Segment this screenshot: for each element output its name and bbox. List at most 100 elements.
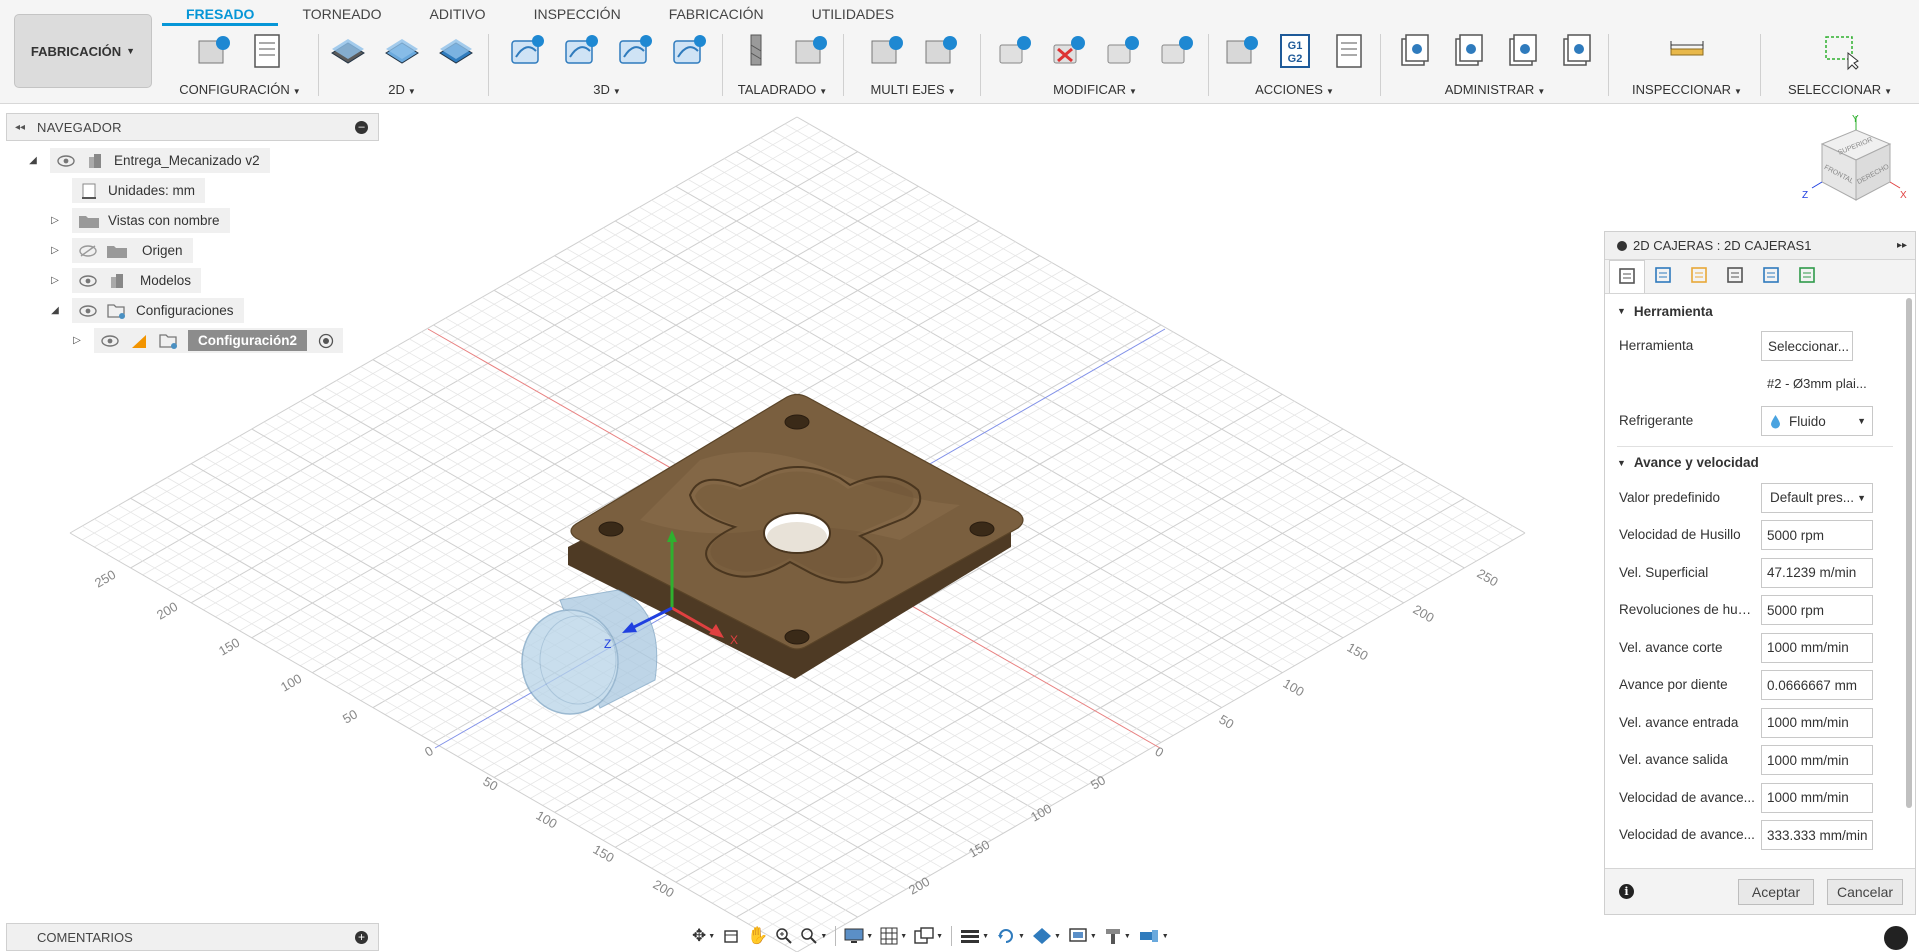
- simulate-button[interactable]: [1221, 32, 1261, 72]
- heights-tab[interactable]: [1681, 260, 1717, 293]
- section-tool[interactable]: ▼ Herramienta: [1605, 295, 1905, 327]
- info-icon[interactable]: i: [1619, 884, 1634, 899]
- param-input[interactable]: [1761, 782, 1873, 813]
- face-button[interactable]: [436, 32, 476, 72]
- cancel-button[interactable]: Cancelar: [1827, 879, 1903, 905]
- toolbar-group-label[interactable]: 2D ▼: [322, 82, 482, 97]
- active-setup-radio-icon[interactable]: [315, 332, 337, 350]
- toolbar-group-label[interactable]: SELECCIONAR ▼: [1765, 82, 1915, 97]
- param-input[interactable]: [1761, 632, 1873, 663]
- zoom-button[interactable]: [773, 923, 795, 949]
- visibility-hidden-icon[interactable]: [78, 244, 98, 258]
- tree-row-setup2[interactable]: ▷ Configuración2: [70, 328, 344, 353]
- toolpath-display-button[interactable]: ▼: [994, 923, 1027, 949]
- 2d-adaptive-button[interactable]: [328, 32, 368, 72]
- tool-library-button[interactable]: [1394, 32, 1434, 72]
- notifications-icon[interactable]: [1884, 926, 1908, 950]
- tree-row-named-views[interactable]: ▷ Vistas con nombre: [48, 208, 230, 233]
- pan-button[interactable]: ✋: [745, 923, 770, 949]
- template-library-button[interactable]: [1556, 32, 1596, 72]
- 3d-pocket-button[interactable]: [560, 32, 600, 72]
- tab-aditivo[interactable]: ADITIVO: [406, 2, 510, 26]
- tree-expand-icon[interactable]: ◢: [48, 305, 62, 316]
- tree-expand-icon[interactable]: ▷: [70, 335, 84, 346]
- toolbar-group-label[interactable]: MULTI EJES ▼: [848, 82, 978, 97]
- toolbar-group-label[interactable]: MODIFICAR ▼: [985, 82, 1205, 97]
- hole-recognition-button[interactable]: [790, 32, 830, 72]
- section-feed[interactable]: ▼ Avance y velocidad: [1605, 447, 1905, 479]
- orbit-constrained-button[interactable]: ✥ ▼: [690, 923, 717, 949]
- toolbar-group-label[interactable]: ACCIONES ▼: [1212, 82, 1377, 97]
- toolbar-group-label[interactable]: ADMINISTRAR ▼: [1385, 82, 1605, 97]
- tree-row-setups[interactable]: ◢ Configuraciones: [48, 298, 244, 323]
- post-process-button[interactable]: G1 G2: [1275, 32, 1315, 72]
- visibility-eye-icon[interactable]: [78, 274, 98, 288]
- pattern-button[interactable]: [1156, 32, 1196, 72]
- param-input[interactable]: [1761, 595, 1873, 625]
- browser-minimize-icon[interactable]: –: [355, 121, 368, 134]
- nc-program-button[interactable]: [247, 32, 287, 72]
- tab-utilidades[interactable]: UTILIDADES: [788, 2, 918, 26]
- geometry-tab[interactable]: [1645, 260, 1681, 293]
- visibility-eye-icon[interactable]: [56, 154, 76, 168]
- tool-tab[interactable]: [1609, 260, 1645, 293]
- tab-torneado[interactable]: TORNEADO: [278, 2, 405, 26]
- stock-display-button[interactable]: ▼: [958, 923, 991, 949]
- window-select-button[interactable]: [1820, 32, 1860, 72]
- workspace-switcher[interactable]: FABRICACIÓN ▼: [14, 14, 152, 88]
- operation-scrollbar[interactable]: [1906, 298, 1912, 808]
- machine-library-button[interactable]: [1448, 32, 1488, 72]
- param-input[interactable]: [1761, 707, 1873, 738]
- drill-button[interactable]: [736, 32, 776, 72]
- delete-button[interactable]: [1048, 32, 1088, 72]
- tree-expand-icon[interactable]: ▷: [48, 275, 62, 286]
- param-input[interactable]: [1761, 557, 1873, 588]
- coolant-select[interactable]: Fluido ▼: [1761, 406, 1873, 436]
- zoom-window-button[interactable]: ▼: [798, 923, 829, 949]
- param-input[interactable]: [1761, 820, 1873, 850]
- tab-inspección[interactable]: INSPECCIÓN: [510, 2, 645, 26]
- tree-row-units[interactable]: Unidades: mm: [72, 178, 206, 203]
- model-display-button[interactable]: ▼: [1066, 923, 1099, 949]
- 3d-flow-button[interactable]: [668, 32, 708, 72]
- measure-button[interactable]: [1667, 32, 1707, 72]
- tab-fabricación[interactable]: FABRICACIÓN: [645, 2, 788, 26]
- tab-fresado[interactable]: FRESADO: [162, 2, 279, 26]
- viewcube[interactable]: SUPERIOR FRONTAL DERECHO Y X Z: [1800, 112, 1910, 212]
- passes-tab[interactable]: [1717, 260, 1753, 293]
- display-settings-button[interactable]: ▼: [842, 923, 875, 949]
- part-display-button[interactable]: ▼: [1030, 923, 1063, 949]
- simulation-tab[interactable]: [1789, 260, 1825, 293]
- tree-expand-icon[interactable]: ▷: [48, 215, 62, 226]
- look-at-button[interactable]: [720, 923, 742, 949]
- cut-button[interactable]: [994, 32, 1034, 72]
- tree-expand-icon[interactable]: ▷: [48, 245, 62, 256]
- 3d-adaptive-button[interactable]: [506, 32, 546, 72]
- toolbar-group-label[interactable]: CONFIGURACIÓN ▼: [165, 82, 315, 97]
- visibility-eye-icon[interactable]: [78, 304, 98, 318]
- multi-axis-rotary-button[interactable]: [920, 32, 960, 72]
- tree-row-root[interactable]: ◢ Entrega_Mecanizado v2: [26, 148, 270, 173]
- operation-collapse-icon[interactable]: [1617, 240, 1627, 251]
- visibility-eye-icon[interactable]: [100, 334, 120, 348]
- post-library-button[interactable]: [1502, 32, 1542, 72]
- 3d-steep-button[interactable]: [614, 32, 654, 72]
- linking-tab[interactable]: [1753, 260, 1789, 293]
- viewports-button[interactable]: ▼: [912, 923, 945, 949]
- setup-sheet-button[interactable]: [1329, 32, 1369, 72]
- grid-settings-button[interactable]: ▼: [878, 923, 909, 949]
- toolbar-group-label[interactable]: INSPECCIONAR ▼: [1612, 82, 1762, 97]
- preset-select[interactable]: Default pres... ▼: [1761, 482, 1873, 513]
- tree-row-origin[interactable]: ▷ Origen: [48, 238, 193, 263]
- tree-row-models[interactable]: ▷ Modelos: [48, 268, 202, 293]
- new-setup-button[interactable]: [193, 32, 233, 72]
- 2d-pocket-button[interactable]: [382, 32, 422, 72]
- tree-expand-icon[interactable]: ◢: [26, 155, 40, 166]
- multi-axis-swarf-button[interactable]: [866, 32, 906, 72]
- param-input[interactable]: [1761, 520, 1873, 550]
- select-tool-button[interactable]: Seleccionar...: [1761, 331, 1853, 361]
- comments-add-icon[interactable]: +: [355, 931, 368, 944]
- tool-display-button[interactable]: ▼: [1102, 923, 1133, 949]
- browser-collapse-icon[interactable]: ◂◂: [15, 122, 25, 133]
- accept-button[interactable]: Aceptar: [1738, 879, 1814, 905]
